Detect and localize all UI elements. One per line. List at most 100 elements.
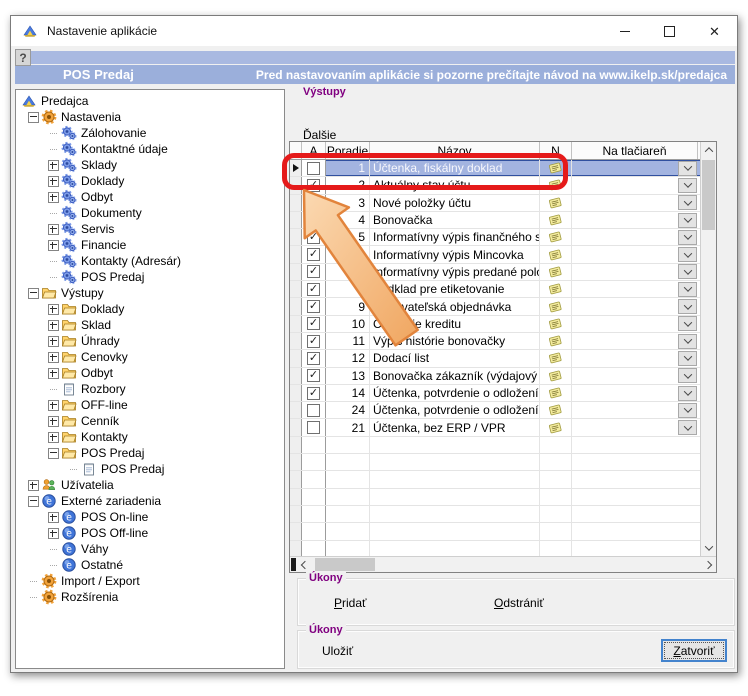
tree-item[interactable]: Servis xyxy=(16,221,284,237)
grid-corner-header[interactable] xyxy=(290,142,302,159)
table-row[interactable]: ✓14Účtenka, potvrdenie o odložení xyxy=(290,385,700,402)
active-checkbox[interactable]: ✓ xyxy=(307,352,320,365)
expand-icon[interactable] xyxy=(48,336,59,347)
printer-dropdown[interactable] xyxy=(678,264,697,279)
close-button[interactable]: ✕ xyxy=(692,16,737,46)
tree-item[interactable]: Odbyt xyxy=(16,189,284,205)
active-checkbox[interactable]: ✓ xyxy=(307,335,320,348)
column-header-1[interactable]: A xyxy=(302,142,326,159)
tree-item[interactable]: Odbyt xyxy=(16,365,284,381)
note-icon[interactable] xyxy=(548,317,563,331)
active-checkbox[interactable]: ✓ xyxy=(307,231,320,244)
expand-icon[interactable] xyxy=(48,400,59,411)
active-checkbox[interactable]: ✓ xyxy=(307,214,320,227)
tree-item[interactable]: Rozšírenia xyxy=(16,589,284,605)
tree-item[interactable]: ePOS On-line xyxy=(16,509,284,525)
tree-item[interactable]: Úhrady xyxy=(16,333,284,349)
printer-dropdown[interactable] xyxy=(678,178,697,193)
tree-item[interactable]: Výstupy xyxy=(16,285,284,301)
tree-item[interactable]: eOstatné xyxy=(16,557,284,573)
printer-dropdown[interactable] xyxy=(678,195,697,210)
expand-icon[interactable] xyxy=(48,320,59,331)
tree-item[interactable]: Financie xyxy=(16,237,284,253)
note-icon[interactable] xyxy=(548,421,563,435)
active-checkbox[interactable] xyxy=(307,162,320,175)
scroll-down-button[interactable] xyxy=(701,540,716,556)
tree-item[interactable]: POS Predaj xyxy=(16,269,284,285)
tree-item[interactable]: Dokumenty xyxy=(16,205,284,221)
active-checkbox[interactable]: ✓ xyxy=(307,196,320,209)
table-row[interactable]: ✓9Dodávateľská objednávka xyxy=(290,298,700,315)
collapse-icon[interactable] xyxy=(48,448,59,459)
note-icon[interactable] xyxy=(548,369,563,383)
printer-dropdown[interactable] xyxy=(678,230,697,245)
scroll-left-button[interactable] xyxy=(297,557,313,572)
column-header-4[interactable]: N xyxy=(540,142,572,159)
printer-dropdown[interactable] xyxy=(678,213,697,228)
title-bar[interactable]: Nastavenie aplikácie ✕ xyxy=(11,16,737,46)
minimize-button[interactable] xyxy=(602,16,647,46)
tree-item[interactable]: Cenník xyxy=(16,413,284,429)
active-checkbox[interactable]: ✓ xyxy=(307,265,320,278)
expand-icon[interactable] xyxy=(48,240,59,251)
column-header-3[interactable]: Názov xyxy=(370,142,540,159)
tree-item[interactable]: Sklad xyxy=(16,317,284,333)
tree-item[interactable]: eExterné zariadenia xyxy=(16,493,284,509)
tree-item[interactable]: Sklady xyxy=(16,157,284,173)
active-checkbox[interactable] xyxy=(307,421,320,434)
table-row[interactable]: ✓12Dodací list xyxy=(290,350,700,367)
expand-icon[interactable] xyxy=(48,416,59,427)
table-row[interactable]: ✓3Nové položky účtu xyxy=(290,195,700,212)
table-row[interactable]: ✓4Bonovačka xyxy=(290,212,700,229)
vertical-scrollbar[interactable] xyxy=(700,142,716,556)
tree-item[interactable]: eVáhy xyxy=(16,541,284,557)
expand-icon[interactable] xyxy=(28,480,39,491)
active-checkbox[interactable]: ✓ xyxy=(307,387,320,400)
tree-item[interactable]: Zálohovanie xyxy=(16,125,284,141)
table-row[interactable]: 21Účtenka, bez ERP / VPR xyxy=(290,419,700,436)
note-icon[interactable] xyxy=(548,178,563,192)
note-icon[interactable] xyxy=(548,386,563,400)
note-icon[interactable] xyxy=(548,282,563,296)
scroll-up-button[interactable] xyxy=(701,142,716,158)
tree-item[interactable]: OFF-line xyxy=(16,397,284,413)
printer-dropdown[interactable] xyxy=(678,386,697,401)
tree-item[interactable]: POS Predaj xyxy=(16,461,284,477)
tree-item[interactable]: Rozbory xyxy=(16,381,284,397)
table-row[interactable]: ✓11Výpis histórie bonovačky xyxy=(290,333,700,350)
note-icon[interactable] xyxy=(548,230,563,244)
printer-dropdown[interactable] xyxy=(678,334,697,349)
tree-item[interactable]: Cenovky xyxy=(16,349,284,365)
expand-icon[interactable] xyxy=(48,352,59,363)
note-icon[interactable] xyxy=(548,248,563,262)
tree-item[interactable]: Užívatelia xyxy=(16,477,284,493)
tree-item[interactable]: Kontakty (Adresár) xyxy=(16,253,284,269)
table-row[interactable]: ✓13Bonovačka zákazník (výdajový lís xyxy=(290,368,700,385)
printer-dropdown[interactable] xyxy=(678,420,697,435)
active-checkbox[interactable] xyxy=(307,404,320,417)
note-icon[interactable] xyxy=(548,161,563,175)
table-row[interactable]: ✓10Čerpanie kreditu xyxy=(290,316,700,333)
expand-icon[interactable] xyxy=(48,176,59,187)
expand-icon[interactable] xyxy=(48,304,59,315)
help-button[interactable]: ? xyxy=(15,49,31,66)
note-icon[interactable] xyxy=(548,351,563,365)
collapse-icon[interactable] xyxy=(28,288,39,299)
expand-icon[interactable] xyxy=(48,160,59,171)
table-row[interactable]: ✓7Informatívny výpis predané položk xyxy=(290,264,700,281)
printer-dropdown[interactable] xyxy=(678,247,697,262)
note-icon[interactable] xyxy=(548,265,563,279)
note-icon[interactable] xyxy=(548,300,563,314)
expand-icon[interactable] xyxy=(48,224,59,235)
table-row[interactable]: 1Účtenka, fiskálny doklad xyxy=(290,160,700,177)
tree-item[interactable]: Kontakty xyxy=(16,429,284,445)
active-checkbox[interactable]: ✓ xyxy=(307,283,320,296)
expand-icon[interactable] xyxy=(48,432,59,443)
table-row[interactable]: ✓8Podklad pre etiketovanie xyxy=(290,281,700,298)
tree-item[interactable]: Doklady xyxy=(16,301,284,317)
printer-dropdown[interactable] xyxy=(678,161,697,176)
maximize-button[interactable] xyxy=(647,16,692,46)
expand-icon[interactable] xyxy=(48,368,59,379)
table-row[interactable]: ✓5Informatívny výpis finančného sta xyxy=(290,229,700,246)
printer-dropdown[interactable] xyxy=(678,368,697,383)
